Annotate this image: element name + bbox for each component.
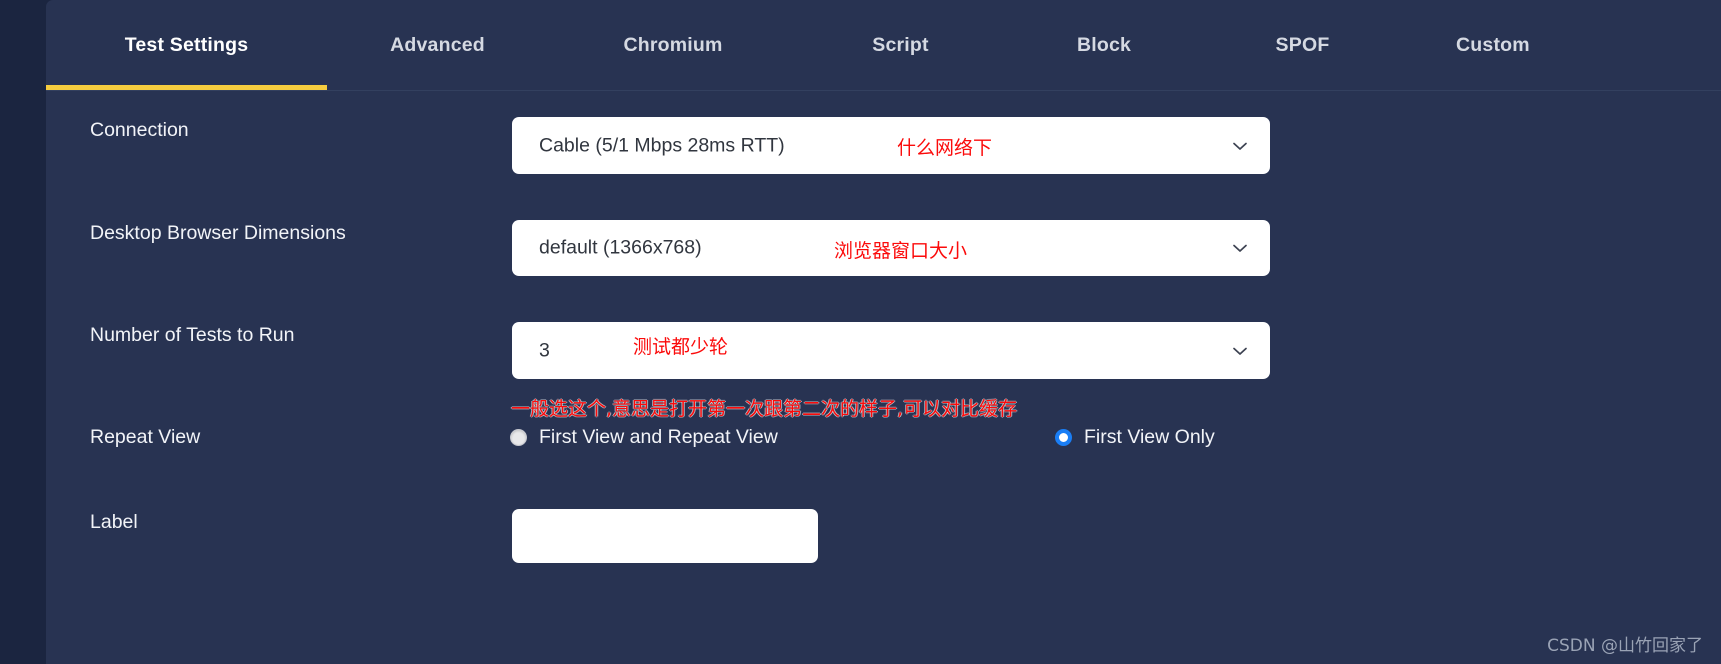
test-label-input[interactable] [512,509,818,563]
tab-test-settings[interactable]: Test Settings [46,0,327,90]
tab-custom-label: Custom [1456,34,1530,56]
number-of-tests-annotation: 测试都少轮 [633,336,729,358]
tab-block[interactable]: Block [1003,0,1205,90]
radio-first-view-and-repeat-view[interactable]: First View and Repeat View [510,426,778,449]
tab-block-label: Block [1076,34,1132,56]
repeat-view-annotation: 一般选这个,意思是打开第一次跟第二次的样子,可以对比缓存 [511,398,1018,420]
chevron-down-icon [1230,341,1250,361]
tab-test-settings-label: Test Settings [124,34,249,56]
radio-button-selected[interactable] [1055,429,1072,446]
repeat-view-label: Repeat View [90,426,201,448]
test-settings-panel: Test Settings Advanced Chromium Script B… [46,0,1721,664]
tab-script-label: Script [872,34,929,56]
csdn-watermark: CSDN @山竹回家了 [1547,636,1703,656]
number-of-tests-select[interactable]: 3 [512,322,1270,379]
tab-spof[interactable]: SPOF [1205,0,1400,90]
test-label-label: Label [90,511,138,533]
tab-chromium-label: Chromium [623,34,723,56]
dimensions-annotation: 浏览器窗口大小 [834,240,968,262]
screen: Test Settings Advanced Chromium Script B… [0,0,1721,664]
radio-first-view-and-repeat-view-label: First View and Repeat View [539,426,778,448]
tab-bar: Test Settings Advanced Chromium Script B… [46,0,1721,91]
connection-label: Connection [90,119,189,141]
dimensions-select-value: default (1366x768) [539,236,702,259]
radio-first-view-only[interactable]: First View Only [1055,426,1215,449]
tab-script[interactable]: Script [798,0,1003,90]
connection-select-value: Cable (5/1 Mbps 28ms RTT) [539,134,785,156]
tab-spof-label: SPOF [1275,34,1330,56]
number-of-tests-label: Number of Tests to Run [90,324,295,346]
dimensions-label: Desktop Browser Dimensions [90,222,346,244]
chevron-down-icon [1230,136,1250,156]
tab-advanced-label: Advanced [390,34,485,56]
tab-custom[interactable]: Custom [1400,0,1651,90]
connection-annotation: 什么网络下 [897,137,993,159]
connection-select[interactable]: Cable (5/1 Mbps 28ms RTT) [512,117,1270,174]
radio-first-view-only-label: First View Only [1084,426,1215,448]
tab-chromium[interactable]: Chromium [548,0,798,90]
tab-advanced[interactable]: Advanced [327,0,548,90]
radio-button-unselected[interactable] [510,429,527,446]
chevron-down-icon [1230,238,1250,258]
number-of-tests-select-value: 3 [539,339,550,361]
active-tab-indicator [46,85,327,90]
